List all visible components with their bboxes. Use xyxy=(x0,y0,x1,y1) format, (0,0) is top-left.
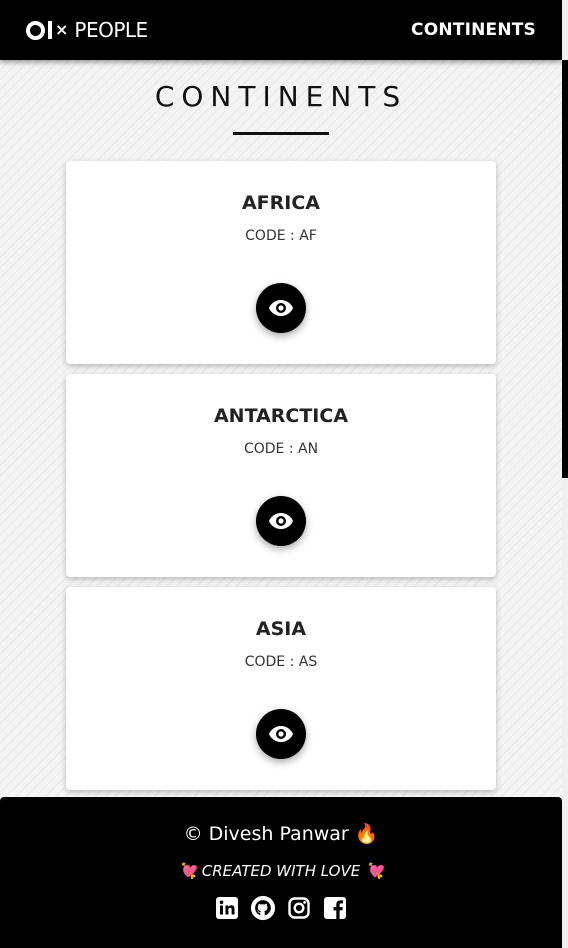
continent-card: AFRICA CODE : AF xyxy=(66,161,496,364)
linkedin-icon[interactable] xyxy=(214,895,240,921)
facebook-icon[interactable] xyxy=(322,895,348,921)
navbar: × PEOPLE CONTINENTS xyxy=(0,0,562,60)
eye-icon xyxy=(269,300,293,316)
page-title: CONTINENTS xyxy=(154,80,408,113)
view-button[interactable] xyxy=(256,709,306,759)
copyright-text: © Divesh Panwar 🔥 xyxy=(183,823,379,845)
view-button[interactable] xyxy=(256,283,306,333)
footer: © Divesh Panwar 🔥 💘 CREATED WITH LOVE 💘 xyxy=(0,797,562,948)
title-underline xyxy=(233,132,329,135)
continent-code: CODE : AF xyxy=(245,228,317,244)
continent-name: ANTARCTICA xyxy=(213,405,349,427)
continent-code: CODE : AS xyxy=(244,654,318,670)
brand-name: PEOPLE xyxy=(74,18,148,42)
continent-code: CODE : AN xyxy=(243,441,319,457)
social-links xyxy=(0,895,562,921)
continent-name: AFRICA xyxy=(241,192,321,214)
eye-icon xyxy=(269,726,293,742)
continent-card: ANTARCTICA CODE : AN xyxy=(66,374,496,577)
tagline: 💘 CREATED WITH LOVE 💘 xyxy=(178,862,384,880)
continent-name: ASIA xyxy=(255,618,307,640)
github-icon[interactable] xyxy=(250,895,276,921)
instagram-icon[interactable] xyxy=(286,895,312,921)
continent-card: ASIA CODE : AS xyxy=(66,587,496,790)
nav-link-continents[interactable]: CONTINENTS xyxy=(411,20,536,40)
view-button[interactable] xyxy=(256,496,306,546)
olx-logo: × xyxy=(26,20,68,40)
brand[interactable]: × PEOPLE xyxy=(26,18,148,42)
eye-icon xyxy=(269,513,293,529)
scrollbar-thumb[interactable] xyxy=(562,60,568,478)
